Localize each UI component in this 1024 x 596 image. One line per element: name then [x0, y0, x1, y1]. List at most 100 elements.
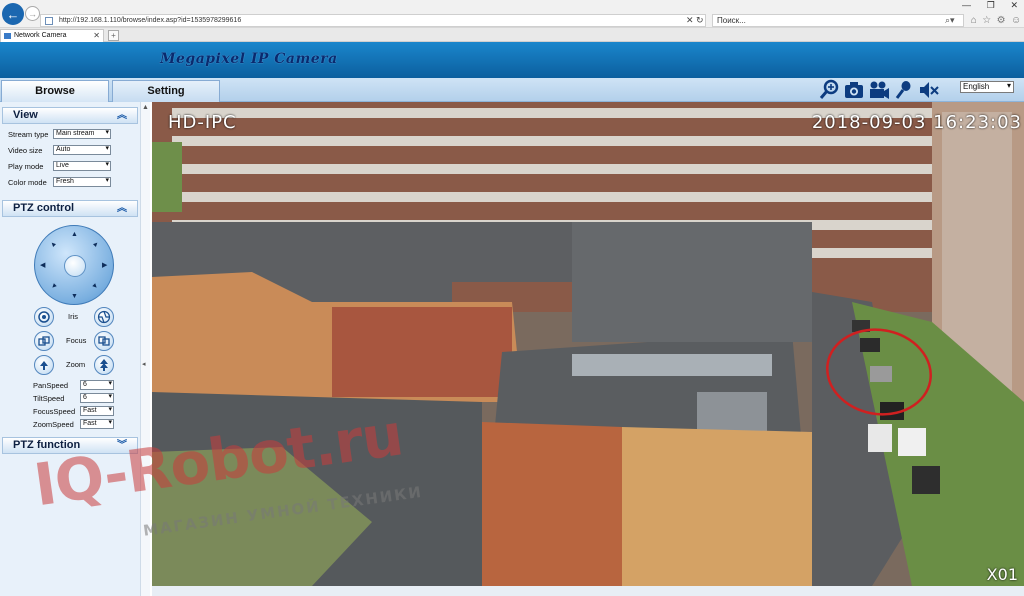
browser-tab[interactable]: Network Camera ✕ [0, 29, 104, 42]
collapse-chevron-icon[interactable]: ︽ [117, 108, 127, 123]
ptz-function-panel-header[interactable]: PTZ function ︾ [2, 437, 138, 454]
pan-speed-label: PanSpeed [33, 381, 69, 390]
tab-title: Network Camera [14, 32, 67, 39]
ptz-left-icon[interactable]: ◀ [40, 262, 45, 269]
stream-type-value: Main stream [56, 130, 95, 137]
ptz-function-title: PTZ function [13, 439, 81, 451]
zoom-out-button[interactable] [34, 355, 54, 375]
scroll-thumb-icon[interactable]: ◂ [142, 360, 146, 368]
record-video-icon[interactable] [868, 79, 890, 101]
pan-speed-value: 6 [83, 381, 87, 388]
home-icon[interactable]: ⌂ [971, 14, 977, 27]
focus-speed-select[interactable]: Fast ▾ [80, 406, 114, 416]
brick-wall [332, 307, 512, 397]
search-input[interactable]: Поиск... [712, 14, 964, 27]
far-roof [572, 222, 812, 342]
tree-area [152, 142, 182, 212]
stream-type-select[interactable]: Main stream ▾ [53, 129, 111, 139]
camera-scene [152, 102, 1024, 586]
page-icon [45, 17, 53, 25]
collapse-chevron-icon[interactable]: ︽ [117, 201, 127, 216]
ptz-down-left-icon[interactable]: ▼ [49, 282, 59, 292]
snapshot-camera-icon[interactable] [843, 79, 865, 101]
language-select[interactable]: English [960, 81, 1014, 93]
view-panel-title: View [13, 109, 38, 121]
color-mode-value: Fresh [56, 178, 74, 185]
ptz-down-icon[interactable]: ▼ [71, 293, 78, 300]
dropdown-arrow-icon: ▾ [108, 419, 112, 426]
pan-speed-select[interactable]: 6 ▾ [80, 380, 114, 390]
feedback-smiley-icon[interactable]: ☺ [1011, 14, 1021, 27]
browser-tab-strip: Network Camera ✕ + [0, 28, 1024, 42]
back-icon[interactable]: ← [2, 3, 24, 25]
favorites-icon[interactable]: ☆ [982, 14, 991, 27]
ptz-direction-pad[interactable]: ▲ ▼ ◀ ▶ ▲ ▲ ▼ ▼ [34, 225, 114, 305]
dropdown-arrow-icon: ▾ [105, 129, 109, 136]
settings-gear-icon[interactable]: ⚙ [997, 14, 1006, 27]
live-video-view[interactable]: HD-IPC 2018-09-03 16:23:03 X01 [152, 102, 1024, 586]
speaker-mute-icon[interactable] [918, 79, 940, 101]
sidebar-scrollbar[interactable]: ▲ ◂ [140, 102, 150, 596]
dropdown-arrow-icon: ▾ [108, 393, 112, 400]
focus-speed-value: Fast [83, 407, 97, 414]
ptz-up-right-icon[interactable]: ▲ [91, 240, 101, 250]
video-footer-strip [152, 586, 1024, 596]
maximize-icon[interactable]: ❐ [987, 0, 995, 12]
microphone-icon[interactable] [893, 79, 915, 101]
stream-type-label: Stream type [8, 130, 49, 139]
ptz-home-button[interactable] [64, 255, 86, 277]
view-panel-header[interactable]: View ︽ [2, 107, 138, 124]
expand-chevron-icon[interactable]: ︾ [117, 438, 127, 453]
main-nav: Browse Setting English [0, 78, 1024, 102]
focus-near-button[interactable] [34, 331, 54, 351]
ptz-right-icon[interactable]: ▶ [102, 262, 107, 269]
focus-label: Focus [66, 336, 87, 345]
ptz-control-panel-header[interactable]: PTZ control ︽ [2, 200, 138, 217]
tab-favicon-icon [4, 33, 11, 39]
app-title: Megapixel IP Camera [160, 51, 338, 67]
roof-vent [697, 392, 767, 432]
ptz-up-left-icon[interactable]: ▲ [49, 240, 59, 250]
close-window-icon[interactable]: ✕ [1010, 0, 1018, 12]
window-controls: — ❐ ✕ [956, 0, 1024, 12]
zoom-in-button[interactable] [94, 355, 114, 375]
scroll-up-icon[interactable]: ▲ [142, 104, 149, 111]
osd-timestamp: 2018-09-03 16:23:03 [811, 112, 1022, 133]
tab-browse[interactable]: Browse [1, 80, 109, 102]
zoom-speed-select[interactable]: Fast ▾ [80, 419, 114, 429]
tilt-speed-label: TiltSpeed [33, 394, 65, 403]
tab-setting[interactable]: Setting [112, 80, 220, 102]
front-building [482, 422, 622, 586]
refresh-icon[interactable]: ✕ ↻ [686, 14, 704, 27]
tilt-speed-select[interactable]: 6 ▾ [80, 393, 114, 403]
language-value: English [963, 82, 990, 91]
new-tab-icon[interactable]: + [108, 30, 119, 41]
zoom-speed-value: Fast [83, 420, 97, 427]
play-mode-label: Play mode [8, 162, 44, 171]
dropdown-arrow-icon: ▾ [105, 161, 109, 168]
url-input[interactable]: http://192.168.1.110/browse/index.asp?id… [40, 14, 706, 27]
minimize-icon[interactable]: — [962, 0, 971, 12]
iris-open-button[interactable] [94, 307, 114, 327]
dropdown-arrow-icon: ▾ [105, 177, 109, 184]
search-icon[interactable]: ⌕▾ [945, 14, 955, 27]
ptz-down-right-icon[interactable]: ▼ [91, 282, 101, 292]
play-mode-select[interactable]: Live ▾ [53, 161, 111, 171]
tab-close-icon[interactable]: ✕ [93, 30, 100, 42]
video-size-label: Video size [8, 146, 43, 155]
video-size-select[interactable]: Auto ▾ [53, 145, 111, 155]
iris-close-button[interactable] [34, 307, 54, 327]
focus-far-button[interactable] [94, 331, 114, 351]
zoom-speed-label: ZoomSpeed [33, 420, 74, 429]
forward-icon[interactable]: → [25, 6, 40, 21]
osd-camera-name: HD-IPC [168, 112, 237, 133]
roof-duct [572, 354, 772, 376]
zoom-in-icon[interactable] [818, 79, 840, 101]
color-mode-select[interactable]: Fresh ▾ [53, 177, 111, 187]
focus-speed-label: FocusSpeed [33, 407, 76, 416]
url-text: http://192.168.1.110/browse/index.asp?id… [59, 17, 242, 24]
dropdown-arrow-icon: ▾ [108, 406, 112, 413]
browser-address-bar: ← → http://192.168.1.110/browse/index.as… [0, 0, 1024, 28]
ptz-up-icon[interactable]: ▲ [71, 231, 78, 238]
play-mode-value: Live [56, 162, 69, 169]
